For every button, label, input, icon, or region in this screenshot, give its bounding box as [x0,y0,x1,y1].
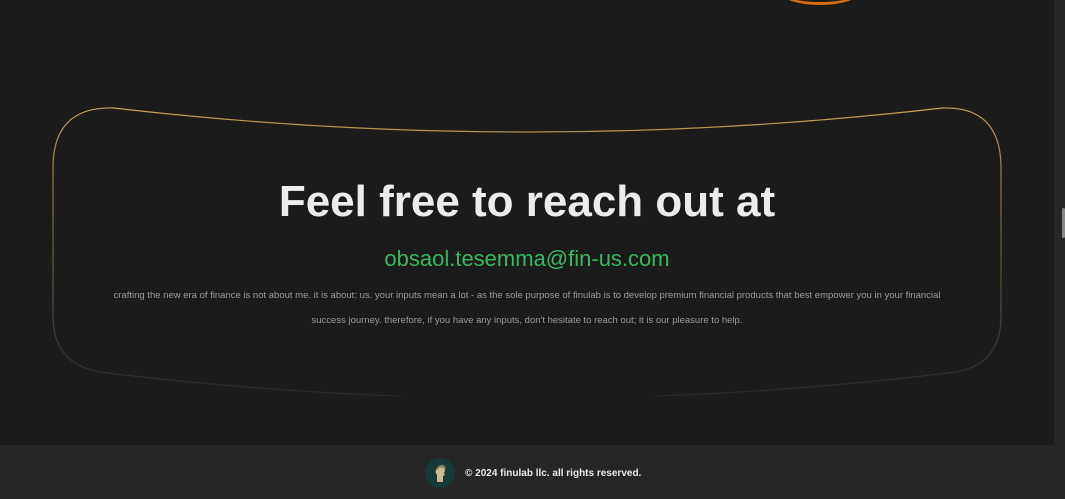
copyright-text: © 2024 finulab llc. all rights reserved. [465,467,642,479]
page: Feel free to reach out at obsaol.tesemma… [0,0,1065,499]
contact-email-link[interactable]: obsaol.tesemma@fin-us.com [0,245,1054,273]
about-paragraph: crafting the new era of finance is not a… [113,290,941,326]
footer: © 2024 finulab llc. all rights reserved. [0,445,1065,499]
finulab-logo-icon[interactable] [425,458,455,488]
contact-headline: Feel free to reach out at [278,177,776,226]
footer-content: © 2024 finulab llc. all rights reserved. [425,458,641,488]
decorative-orb [780,0,860,5]
scrollbar[interactable] [1054,0,1065,445]
